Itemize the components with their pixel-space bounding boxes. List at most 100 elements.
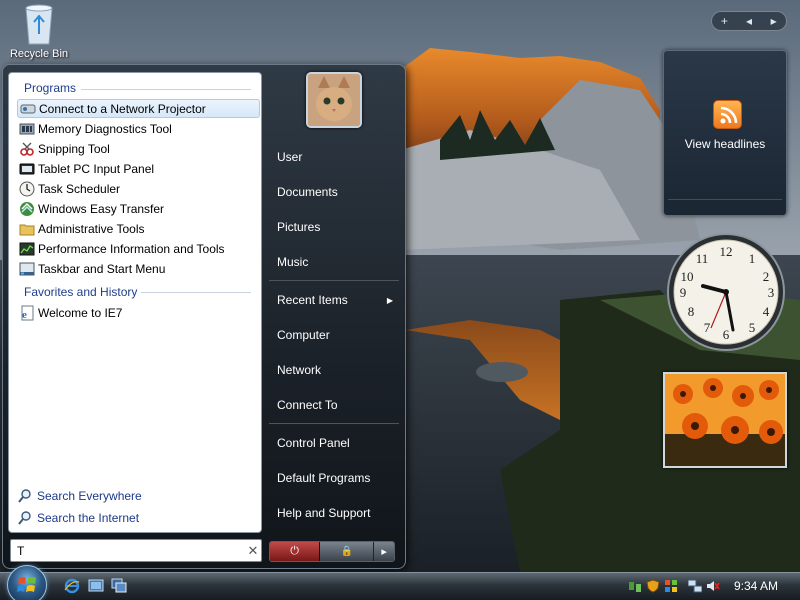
user-folder-link[interactable]: User bbox=[269, 142, 399, 172]
clear-search-icon[interactable]: ✕ bbox=[245, 543, 261, 559]
gadget-divider bbox=[668, 199, 782, 209]
svg-text:4: 4 bbox=[763, 304, 770, 319]
search-icon bbox=[17, 510, 33, 526]
power-button[interactable]: ⏻ bbox=[270, 542, 321, 561]
favorite-label: Welcome to IE7 bbox=[38, 305, 123, 320]
program-item-network-projector[interactable]: Connect to a Network Projector bbox=[17, 99, 260, 118]
taskbar-clock[interactable]: 9:34 AM bbox=[734, 579, 778, 593]
lock-button[interactable]: 🔒 bbox=[320, 542, 375, 561]
add-gadget-button[interactable]: + bbox=[713, 14, 735, 28]
network-tray-icon[interactable] bbox=[628, 579, 642, 593]
view-headlines-label: View headlines bbox=[684, 137, 766, 151]
lock-icon: 🔒 bbox=[340, 546, 353, 557]
clock-gadget[interactable]: 12 1 2 345 678 9 10 11 bbox=[665, 230, 787, 354]
kitten-picture bbox=[308, 74, 360, 126]
search-everywhere-link[interactable]: Search Everywhere bbox=[17, 487, 142, 505]
svg-text:1: 1 bbox=[749, 251, 756, 266]
program-label: Memory Diagnostics Tool bbox=[38, 121, 172, 136]
more-arrow-icon: ▸ bbox=[381, 546, 387, 558]
recycle-bin[interactable]: Recycle Bin bbox=[6, 2, 72, 60]
next-page-button[interactable]: ▸ bbox=[763, 14, 785, 28]
flower-photo bbox=[665, 374, 785, 466]
recent-items-label: Recent Items bbox=[277, 293, 348, 307]
favorite-item-welcome-ie7[interactable]: e Welcome to IE7 bbox=[17, 303, 260, 322]
program-label: Administrative Tools bbox=[38, 221, 145, 236]
program-item-tablet-input[interactable]: Tablet PC Input Panel bbox=[17, 159, 260, 178]
volume-muted-icon[interactable] bbox=[706, 579, 720, 593]
network-link[interactable]: Network bbox=[269, 355, 399, 385]
program-label: Tablet PC Input Panel bbox=[38, 161, 155, 176]
feed-headlines-gadget[interactable]: View headlines bbox=[663, 50, 787, 216]
favorites-history-header: Favorites and History bbox=[24, 285, 138, 299]
ie-icon[interactable] bbox=[64, 578, 80, 594]
program-label: Windows Easy Transfer bbox=[38, 201, 165, 216]
windows-update-icon[interactable] bbox=[664, 579, 678, 593]
switch-windows-icon[interactable] bbox=[111, 578, 127, 594]
help-support-link[interactable]: Help and Support bbox=[269, 498, 399, 528]
favorites-divider bbox=[141, 292, 251, 293]
network-status-icon[interactable] bbox=[687, 579, 703, 593]
svg-text:5: 5 bbox=[749, 320, 756, 335]
svg-text:11: 11 bbox=[696, 251, 709, 266]
pictures-link[interactable]: Pictures bbox=[269, 212, 399, 242]
program-item-memory-diagnostics[interactable]: Memory Diagnostics Tool bbox=[17, 119, 260, 138]
svg-text:2: 2 bbox=[763, 269, 770, 284]
easy-transfer-icon bbox=[19, 201, 35, 217]
program-label: Task Scheduler bbox=[38, 181, 121, 196]
rss-icon bbox=[713, 100, 742, 129]
system-tray: 9:34 AM bbox=[628, 573, 800, 599]
connect-to-link[interactable]: Connect To bbox=[269, 390, 399, 420]
recycle-bin-label: Recycle Bin bbox=[9, 48, 69, 60]
submenu-arrow-icon: ▶ bbox=[386, 295, 393, 305]
music-link[interactable]: Music bbox=[269, 247, 399, 277]
right-pane-divider bbox=[269, 423, 399, 424]
start-button[interactable] bbox=[7, 565, 47, 600]
performance-icon bbox=[19, 241, 35, 257]
start-menu-left-pane: Programs Connect to a Network Projector … bbox=[8, 72, 262, 533]
taskbar-settings-icon bbox=[19, 261, 35, 277]
svg-text:12: 12 bbox=[720, 244, 733, 259]
task-scheduler-icon bbox=[19, 181, 35, 197]
search-internet-link[interactable]: Search the Internet bbox=[17, 509, 139, 527]
default-programs-link[interactable]: Default Programs bbox=[269, 463, 399, 493]
recent-items-link[interactable]: Recent Items ▶ bbox=[269, 285, 399, 315]
previous-page-button[interactable]: ◂ bbox=[738, 14, 760, 28]
user-avatar[interactable] bbox=[306, 72, 362, 128]
slideshow-gadget[interactable] bbox=[663, 372, 787, 468]
programs-header: Programs bbox=[24, 81, 77, 95]
program-item-task-scheduler[interactable]: Task Scheduler bbox=[17, 179, 260, 198]
svg-text:e: e bbox=[22, 309, 27, 321]
right-pane-divider bbox=[269, 280, 399, 281]
search-everywhere-label: Search Everywhere bbox=[37, 489, 142, 503]
power-icon: ⏻ bbox=[290, 545, 299, 557]
search-internet-label: Search the Internet bbox=[37, 511, 140, 525]
recycle-bin-icon bbox=[22, 2, 56, 46]
tablet-input-icon bbox=[19, 161, 35, 177]
program-item-administrative-tools[interactable]: Administrative Tools bbox=[17, 219, 260, 238]
security-tray-icon[interactable] bbox=[646, 579, 660, 593]
projector-icon bbox=[20, 101, 36, 117]
start-menu: Programs Connect to a Network Projector … bbox=[2, 64, 406, 569]
windows-logo-icon bbox=[17, 577, 36, 592]
program-label: Snipping Tool bbox=[38, 141, 110, 156]
program-item-taskbar-start-menu[interactable]: Taskbar and Start Menu bbox=[17, 259, 260, 278]
program-label: Connect to a Network Projector bbox=[39, 101, 206, 116]
shutdown-options-button[interactable]: ▸ bbox=[374, 542, 394, 561]
program-item-snipping-tool[interactable]: Snipping Tool bbox=[17, 139, 260, 158]
svg-text:3: 3 bbox=[768, 285, 775, 300]
program-label: Performance Information and Tools bbox=[38, 241, 225, 256]
ie-page-icon: e bbox=[19, 305, 35, 321]
program-label: Taskbar and Start Menu bbox=[38, 261, 166, 276]
computer-link[interactable]: Computer bbox=[269, 320, 399, 350]
program-item-performance[interactable]: Performance Information and Tools bbox=[17, 239, 260, 258]
svg-text:10: 10 bbox=[681, 269, 694, 284]
memory-diagnostics-icon bbox=[19, 121, 35, 137]
start-search-input[interactable] bbox=[17, 543, 245, 558]
clock-face-icon: 12 12 345 678 91011 bbox=[667, 233, 785, 351]
start-search-box[interactable]: ✕ bbox=[10, 539, 262, 562]
svg-text:8: 8 bbox=[688, 304, 695, 319]
program-item-easy-transfer[interactable]: Windows Easy Transfer bbox=[17, 199, 260, 218]
show-desktop-icon[interactable] bbox=[88, 578, 104, 594]
control-panel-link[interactable]: Control Panel bbox=[269, 428, 399, 458]
documents-link[interactable]: Documents bbox=[269, 177, 399, 207]
